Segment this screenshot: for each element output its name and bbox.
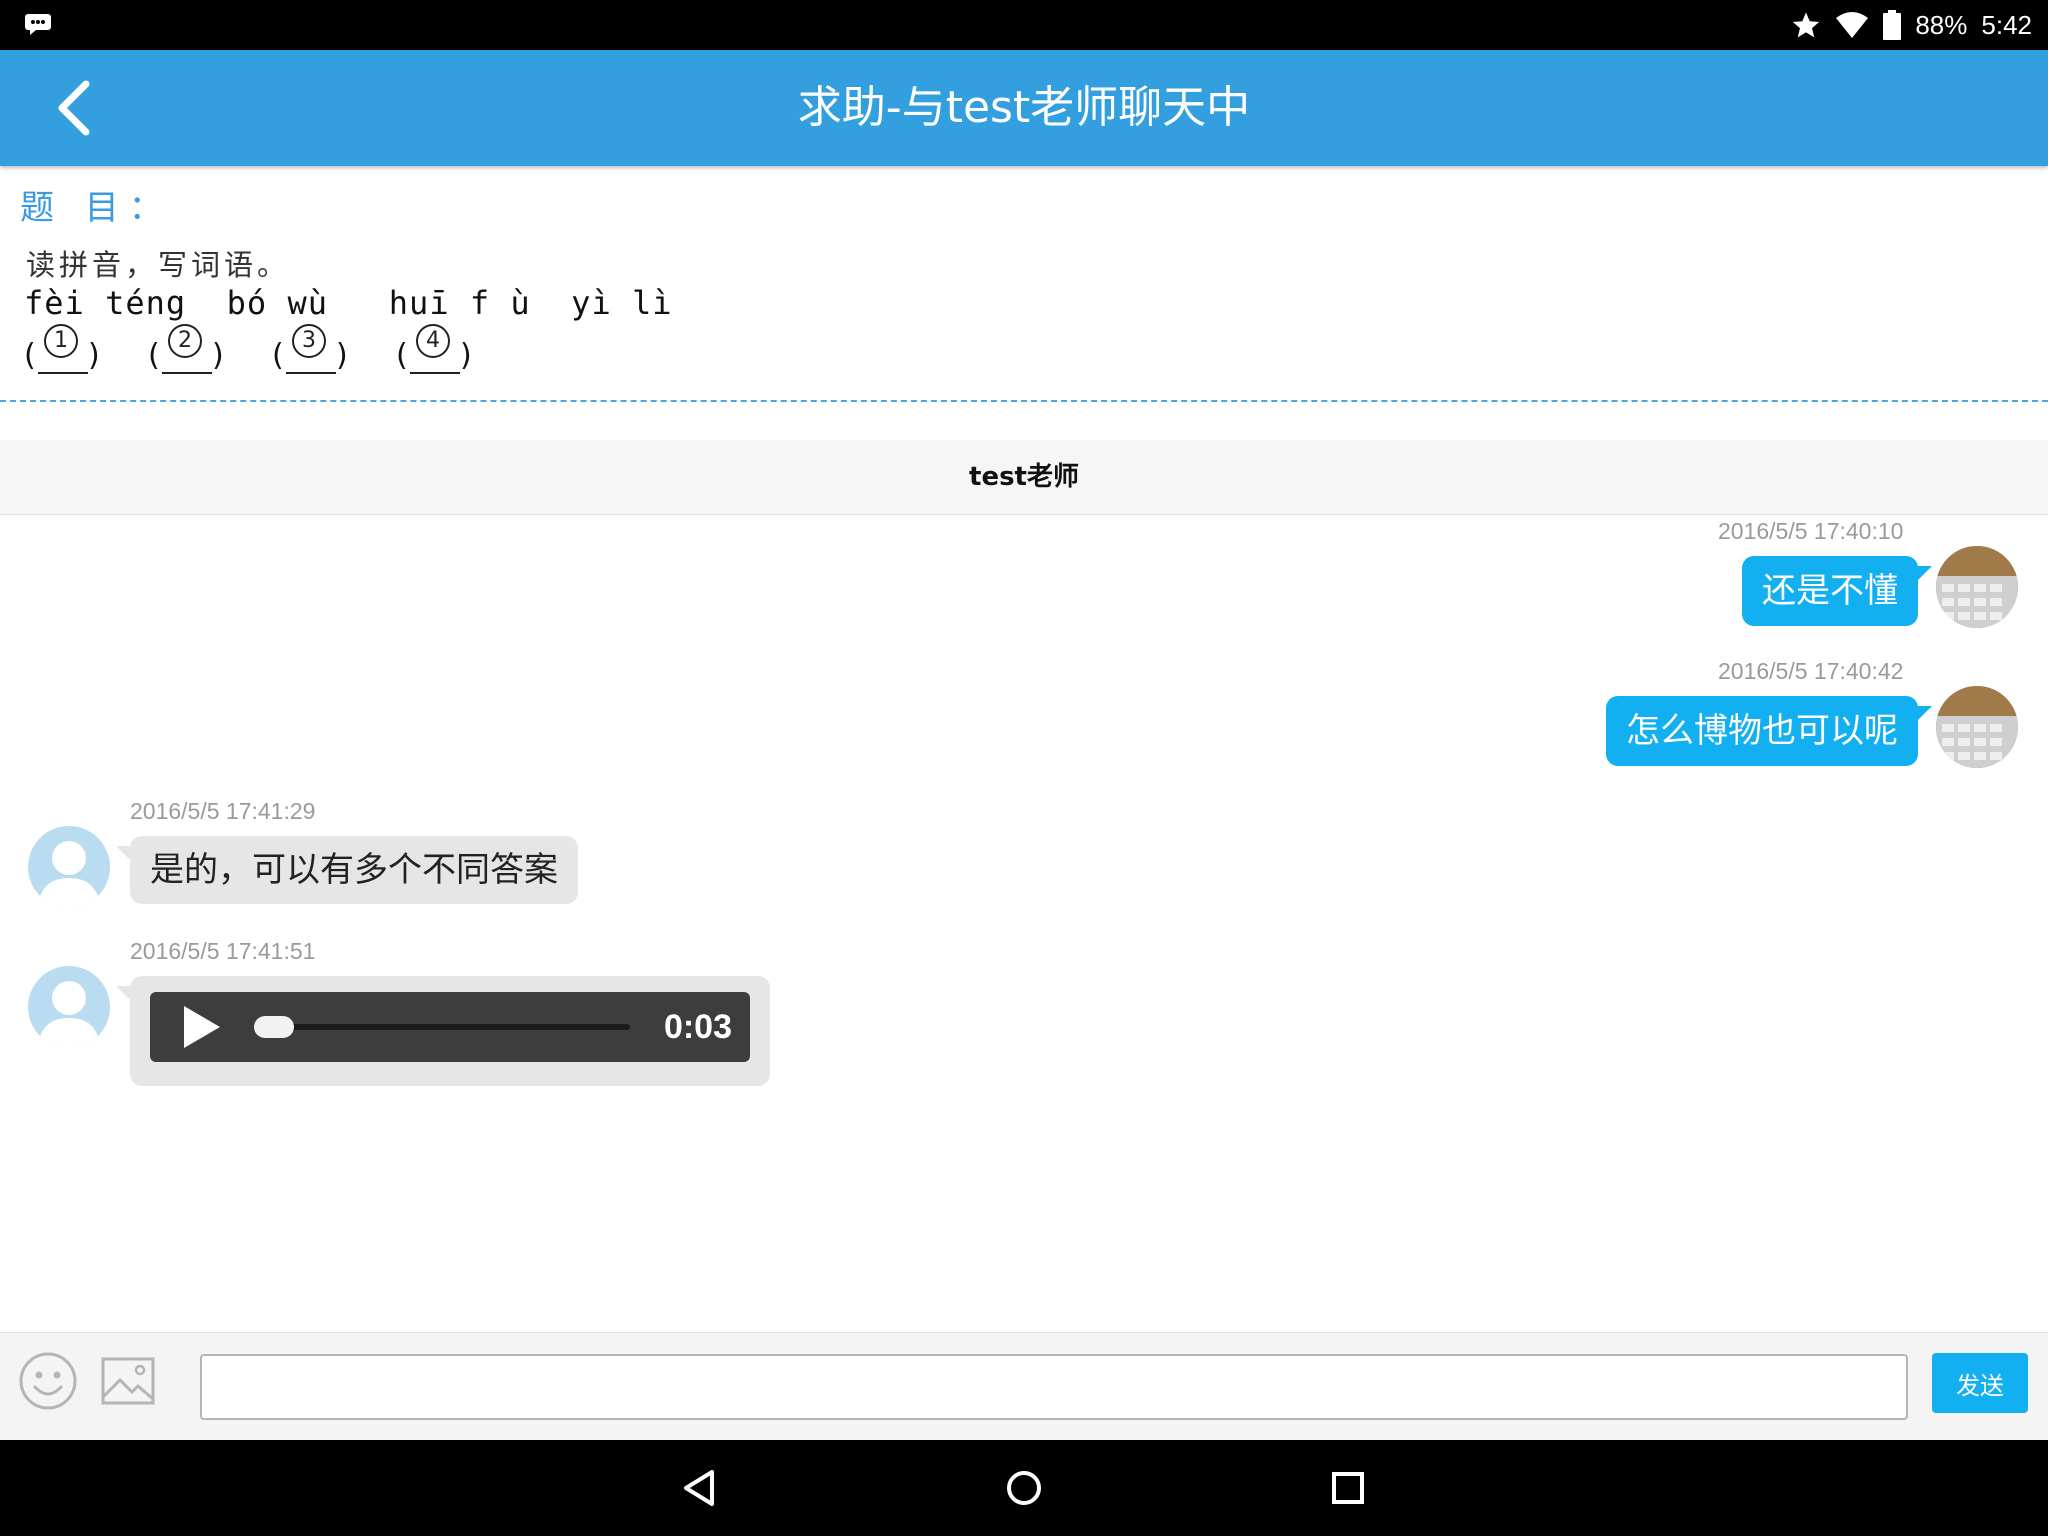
audio-progress-thumb[interactable] bbox=[254, 1016, 294, 1038]
chat-screen: 88% 5:42 求助-与test老师聊天中 题 目： 读拼音，写词语。 fèi… bbox=[0, 0, 2048, 1536]
blank-number: 1 bbox=[44, 324, 78, 358]
status-bar: 88% 5:42 bbox=[0, 0, 2048, 50]
avatar-photo-icon bbox=[1936, 546, 2018, 628]
answer-blank: (2) bbox=[148, 324, 238, 380]
blank-number: 3 bbox=[292, 324, 326, 358]
message-input[interactable] bbox=[200, 1354, 1908, 1420]
question-divider bbox=[0, 400, 2048, 402]
chevron-left-icon bbox=[58, 80, 90, 136]
blank-number: 4 bbox=[416, 324, 450, 358]
answer-blank: (4) bbox=[396, 324, 486, 380]
avatar-photo-icon bbox=[1936, 686, 2018, 768]
user-avatar[interactable] bbox=[1936, 546, 2018, 628]
answer-blank: (3) bbox=[272, 324, 362, 380]
person-icon bbox=[38, 981, 100, 1048]
audio-duration: 0:03 bbox=[663, 1008, 732, 1046]
message-timestamp: 2016/5/5 17:41:51 bbox=[130, 938, 316, 964]
home-circle-icon[interactable] bbox=[996, 1460, 1052, 1516]
play-icon[interactable] bbox=[178, 1004, 224, 1050]
chat-partner-name: test老师 bbox=[0, 440, 2048, 515]
clock: 5:42 bbox=[1981, 9, 2032, 40]
audio-player: 0:03 bbox=[150, 992, 750, 1062]
answer-blank: (1) bbox=[24, 324, 114, 380]
question-content: 读拼音，写词语。 fèi téng bó wù huī f ù yì lì (1… bbox=[24, 240, 672, 380]
question-pinyin: fèi téng bó wù huī f ù yì lì bbox=[24, 284, 673, 322]
navigation-bar bbox=[0, 1440, 2048, 1536]
incoming-audio-bubble: 0:03 bbox=[116, 976, 770, 1086]
status-right-group: 88% 5:42 bbox=[1791, 0, 2032, 50]
user-avatar[interactable] bbox=[1936, 686, 2018, 768]
star-icon bbox=[1793, 12, 1820, 38]
chat-notification-icon bbox=[25, 14, 51, 35]
back-triangle-icon[interactable] bbox=[672, 1460, 728, 1516]
battery-icon bbox=[1883, 10, 1902, 40]
back-button[interactable] bbox=[38, 72, 110, 144]
smiley-icon[interactable] bbox=[18, 1351, 78, 1411]
outgoing-message-bubble[interactable]: 怎么博物也可以呢 bbox=[1606, 696, 1932, 766]
incoming-message-bubble[interactable]: 是的，可以有多个不同答案 bbox=[116, 836, 578, 904]
message-timestamp: 2016/5/5 17:40:10 bbox=[1718, 518, 1904, 544]
audio-progress-track[interactable] bbox=[260, 1024, 630, 1030]
battery-percent: 88% bbox=[1915, 9, 1968, 40]
question-instruction: 读拼音，写词语。 bbox=[26, 248, 291, 282]
recents-square-icon[interactable] bbox=[1320, 1460, 1376, 1516]
page-title: 求助-与test老师聊天中 bbox=[797, 82, 1251, 133]
teacher-avatar[interactable] bbox=[28, 826, 110, 908]
send-button[interactable]: 发送 bbox=[1932, 1353, 2028, 1413]
wifi-icon bbox=[1836, 12, 1869, 38]
outgoing-message-bubble[interactable]: 还是不懂 bbox=[1742, 556, 1932, 626]
image-icon[interactable] bbox=[100, 1353, 156, 1409]
person-icon bbox=[38, 841, 100, 908]
teacher-avatar[interactable] bbox=[28, 966, 110, 1048]
message-timestamp: 2016/5/5 17:41:29 bbox=[130, 798, 316, 824]
message-input-bar: 发送 bbox=[0, 1332, 2048, 1440]
question-label: 题 目： bbox=[20, 188, 173, 228]
blank-number: 2 bbox=[168, 324, 202, 358]
message-timestamp: 2016/5/5 17:40:42 bbox=[1718, 658, 1904, 684]
title-bar: 求助-与test老师聊天中 bbox=[0, 50, 2048, 166]
